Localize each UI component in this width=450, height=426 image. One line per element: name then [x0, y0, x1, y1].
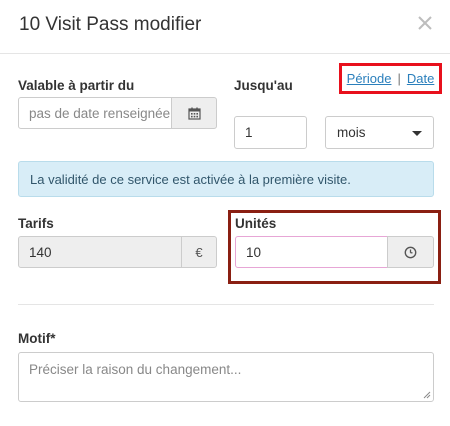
- period-link[interactable]: Période: [347, 71, 392, 86]
- validity-mode-links: Période | Date: [339, 63, 442, 94]
- duration-unit-value: mois: [337, 125, 366, 140]
- chevron-down-icon: [412, 131, 422, 136]
- close-icon[interactable]: [417, 15, 433, 31]
- duration-unit-select[interactable]: mois: [325, 116, 434, 149]
- reason-placeholder: Préciser la raison du changement...: [29, 362, 242, 377]
- calendar-button[interactable]: [171, 97, 217, 129]
- tarifs-label: Tarifs: [18, 216, 54, 231]
- duration-input[interactable]: 1: [234, 116, 307, 149]
- validity-info-alert: La validité de ce service est activée à …: [18, 161, 434, 197]
- link-separator: |: [397, 71, 401, 86]
- tarifs-input[interactable]: 140: [18, 236, 182, 268]
- section-divider: [18, 304, 434, 305]
- currency-addon: €: [181, 236, 217, 268]
- valid-until-label: Jusqu'au: [234, 78, 293, 93]
- date-link[interactable]: Date: [407, 71, 434, 86]
- dialog-header: 10 Visit Pass modifier: [0, 0, 450, 54]
- clock-icon: [404, 246, 417, 258]
- units-input[interactable]: 10: [235, 236, 388, 268]
- clock-button[interactable]: [387, 236, 434, 268]
- valid-from-label: Valable à partir du: [18, 78, 135, 93]
- calendar-icon: [187, 107, 201, 120]
- reason-label: Motif*: [18, 331, 56, 346]
- dialog-title: 10 Visit Pass modifier: [19, 14, 202, 35]
- valid-from-date-input[interactable]: pas de date renseignée: [18, 97, 172, 129]
- units-label: Unités: [235, 216, 277, 231]
- reason-textarea[interactable]: Préciser la raison du changement...: [18, 352, 434, 402]
- resize-grip-icon[interactable]: [423, 391, 431, 399]
